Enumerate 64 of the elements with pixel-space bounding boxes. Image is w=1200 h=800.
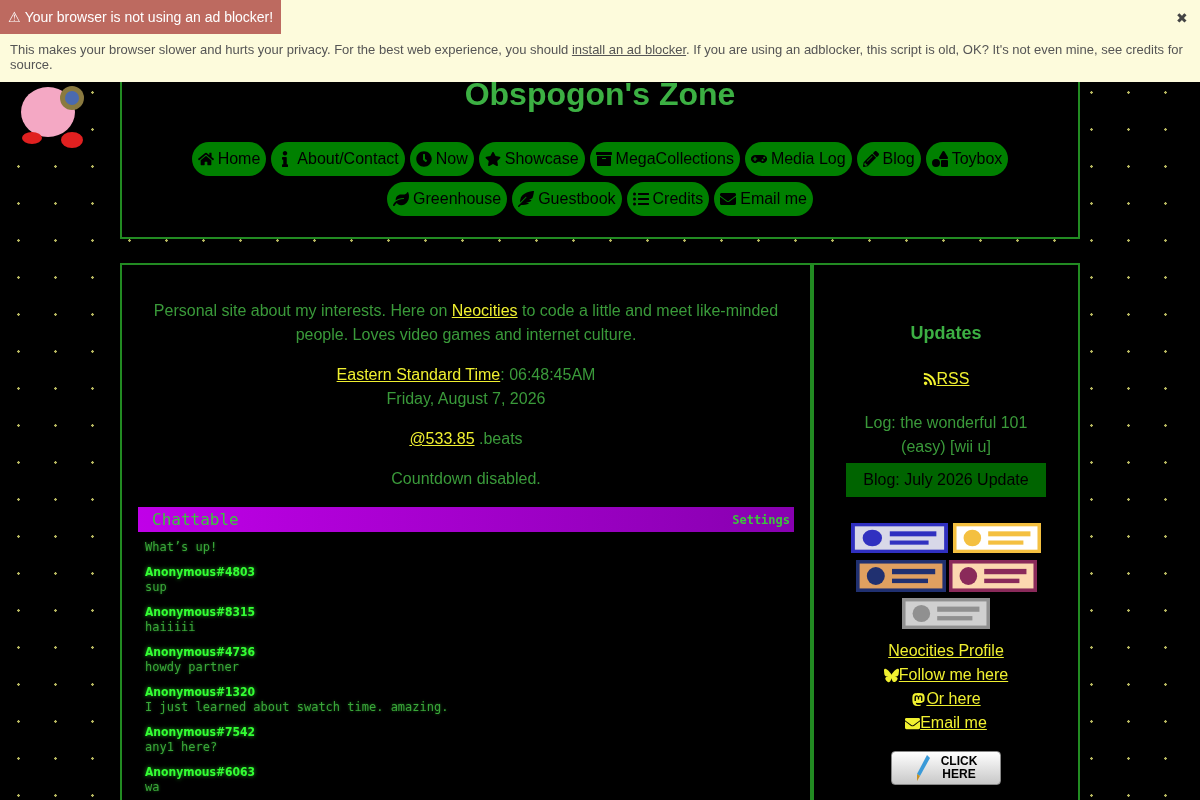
chat-username: Anonymous#1320	[145, 685, 257, 700]
list-icon	[632, 191, 649, 207]
envelope-icon	[720, 191, 737, 207]
ad-blocker-link[interactable]: install an ad blocker	[571, 42, 687, 57]
feather-icon	[518, 191, 535, 207]
chat-title: Chattable	[152, 508, 239, 531]
site-title: Obspogon's Zone	[464, 78, 736, 110]
nav-button[interactable]: Email me	[714, 182, 813, 216]
home-icon	[197, 151, 214, 167]
nav-button[interactable]: Blog	[856, 142, 921, 176]
clock-icon	[415, 151, 432, 167]
rss-icon	[922, 372, 937, 386]
chat-username: Anonymous#4803	[145, 565, 257, 580]
pencil-icon	[862, 151, 879, 167]
nav-button[interactable]: MegaCollections	[589, 142, 740, 176]
leaf-icon	[393, 191, 410, 207]
countdown-text: Countdown disabled.	[391, 469, 541, 489]
pen-icon	[914, 754, 931, 782]
chat-username: Anonymous#6063	[145, 765, 257, 780]
chat-message: any1 here?	[145, 740, 219, 755]
sidebar-link[interactable]: Or here	[911, 687, 981, 711]
settings-button[interactable]: Settings	[732, 511, 790, 528]
beats-link[interactable]: @533.85	[409, 430, 475, 447]
sidebar-link[interactable]: Neocities Profile	[888, 639, 1004, 663]
chat-username: Anonymous#7542	[145, 725, 257, 740]
archive-icon	[595, 151, 612, 167]
nav-button[interactable]: Now	[409, 142, 474, 176]
timezone-link[interactable]: Eastern Standard Time	[336, 366, 501, 383]
rss-link[interactable]: RSS	[922, 367, 970, 391]
time-text: Eastern Standard Time: 06:48:45AM	[336, 365, 596, 385]
chat-message: howdy partner	[145, 660, 240, 675]
chat-message: wa	[145, 780, 161, 795]
chat-username: Anonymous#4736	[145, 645, 257, 660]
nav-button[interactable]: Toybox	[925, 142, 1009, 176]
star-icon	[484, 151, 501, 167]
envelope-icon	[905, 715, 921, 731]
warning-text: This makes your browser slower and hurts your privacy. For the best web experience, you should install an ad blocker. If you are using an adblocker, this script is old, OK? It's not even mine, see credits for source.	[9, 41, 1184, 72]
log-text: Log: the wonderful 101 (easy) [wii u]	[863, 413, 1029, 457]
updates-heading: Updates	[910, 322, 982, 345]
date-text: Friday, August 7, 2026	[386, 389, 546, 409]
nav-button[interactable]: Media Log	[744, 142, 852, 176]
sidebar-link[interactable]: Email me	[905, 711, 987, 735]
chat-message: haiiiii	[145, 620, 197, 635]
chat-username: Anonymous#8315	[145, 605, 257, 620]
warning-title: ⚠ Your browser is not using an ad blocker!	[0, 0, 282, 34]
beats-text: @533.85 .beats	[409, 429, 523, 449]
close-button[interactable]: ✖	[1164, 0, 1200, 28]
butterfly-icon	[883, 667, 899, 683]
blog-button[interactable]: Blog: July 2026 Update	[846, 463, 1046, 497]
nav-button[interactable]: Credits	[626, 182, 710, 216]
nav-button[interactable]: Guestbook	[512, 182, 622, 216]
shapes-icon	[931, 151, 948, 167]
chat-message: I just learned about swatch time. amazing.	[145, 700, 450, 715]
mastodon-icon	[911, 691, 927, 707]
nav-button[interactable]: About/Contact	[271, 142, 405, 176]
nav-button[interactable]: Home	[191, 142, 267, 176]
nav-button[interactable]: Showcase	[478, 142, 585, 176]
chat-message: What’s up!	[145, 540, 219, 555]
intro-text: Personal site about my interests. Here on Neocities to code a little and meet like-minded people. Loves video games and internet culture.	[152, 301, 780, 345]
chat-message: sup	[145, 580, 168, 595]
sidebar-link[interactable]: Follow me here	[883, 663, 1009, 687]
click-here-button[interactable]: CLICK HERE	[891, 751, 1001, 785]
neocities-link[interactable]: Neocities	[451, 302, 518, 319]
nav-button[interactable]: Greenhouse	[387, 182, 508, 216]
